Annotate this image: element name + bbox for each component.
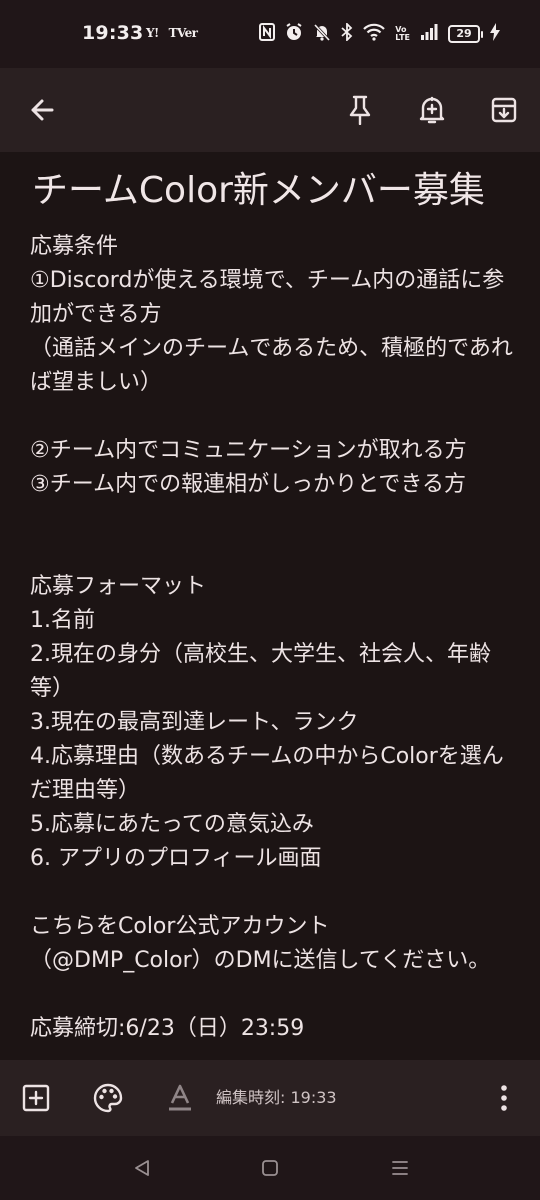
archive-icon (491, 97, 517, 123)
back-button[interactable] (16, 84, 68, 136)
charging-icon (490, 23, 500, 45)
volte-bottom: LTE (395, 33, 410, 42)
system-navigation-bar (0, 1136, 540, 1200)
note-body[interactable]: 応募条件 ①Discordが使える環境で、チーム内の通話に参加ができる方 （通話… (30, 230, 522, 1046)
archive-button[interactable] (478, 84, 530, 136)
battery-level: 29 (456, 27, 472, 40)
background-color-button[interactable] (84, 1074, 132, 1122)
bell-plus-icon (419, 96, 445, 124)
signal-icon (420, 23, 438, 45)
notification-icons: Y! TVer (146, 22, 198, 44)
yahoo-app-icon: Y! (146, 26, 159, 40)
text-format-icon (169, 1084, 191, 1111)
palette-icon (93, 1083, 123, 1113)
more-options-button[interactable] (480, 1074, 528, 1122)
arrow-left-icon (31, 99, 54, 121)
nav-back-button[interactable] (122, 1148, 162, 1188)
note-toolbar (0, 68, 540, 152)
recents-menu-icon (392, 1161, 408, 1175)
tver-app-icon: TVer (168, 26, 198, 40)
battery-icon: 29 (448, 25, 483, 43)
add-button[interactable] (12, 1074, 60, 1122)
nfc-icon (259, 23, 276, 45)
nav-home-button[interactable] (250, 1148, 290, 1188)
pin-button[interactable] (334, 84, 386, 136)
status-time: 19:33 (82, 22, 144, 44)
reminder-button[interactable] (406, 84, 458, 136)
battery-tip (481, 31, 483, 38)
bluetooth-icon (341, 21, 353, 45)
system-icons: Vo LTE 29 (259, 20, 500, 48)
home-square-icon (262, 1160, 278, 1176)
back-triangle-icon (135, 1160, 149, 1176)
nav-recents-button[interactable] (380, 1148, 420, 1188)
text-format-button[interactable] (156, 1074, 204, 1122)
wifi-icon (363, 23, 386, 45)
status-bar: 19:33 Y! TVer Vo LTE 29 (0, 0, 540, 68)
mute-icon (313, 23, 331, 45)
add-box-icon (22, 1084, 50, 1112)
edited-time: 編集時刻: 19:33 (216, 1088, 337, 1107)
note-title[interactable]: チームColor新メンバー募集 (32, 169, 512, 213)
volte-icon: Vo LTE (395, 26, 410, 42)
alarm-icon (285, 23, 303, 45)
note-bottom-bar: 編集時刻: 19:33 (0, 1060, 540, 1136)
more-vert-icon (501, 1085, 507, 1111)
pin-icon (349, 95, 371, 125)
note-editor[interactable]: チームColor新メンバー募集 応募条件 ①Discordが使える環境で、チーム… (0, 152, 540, 1060)
